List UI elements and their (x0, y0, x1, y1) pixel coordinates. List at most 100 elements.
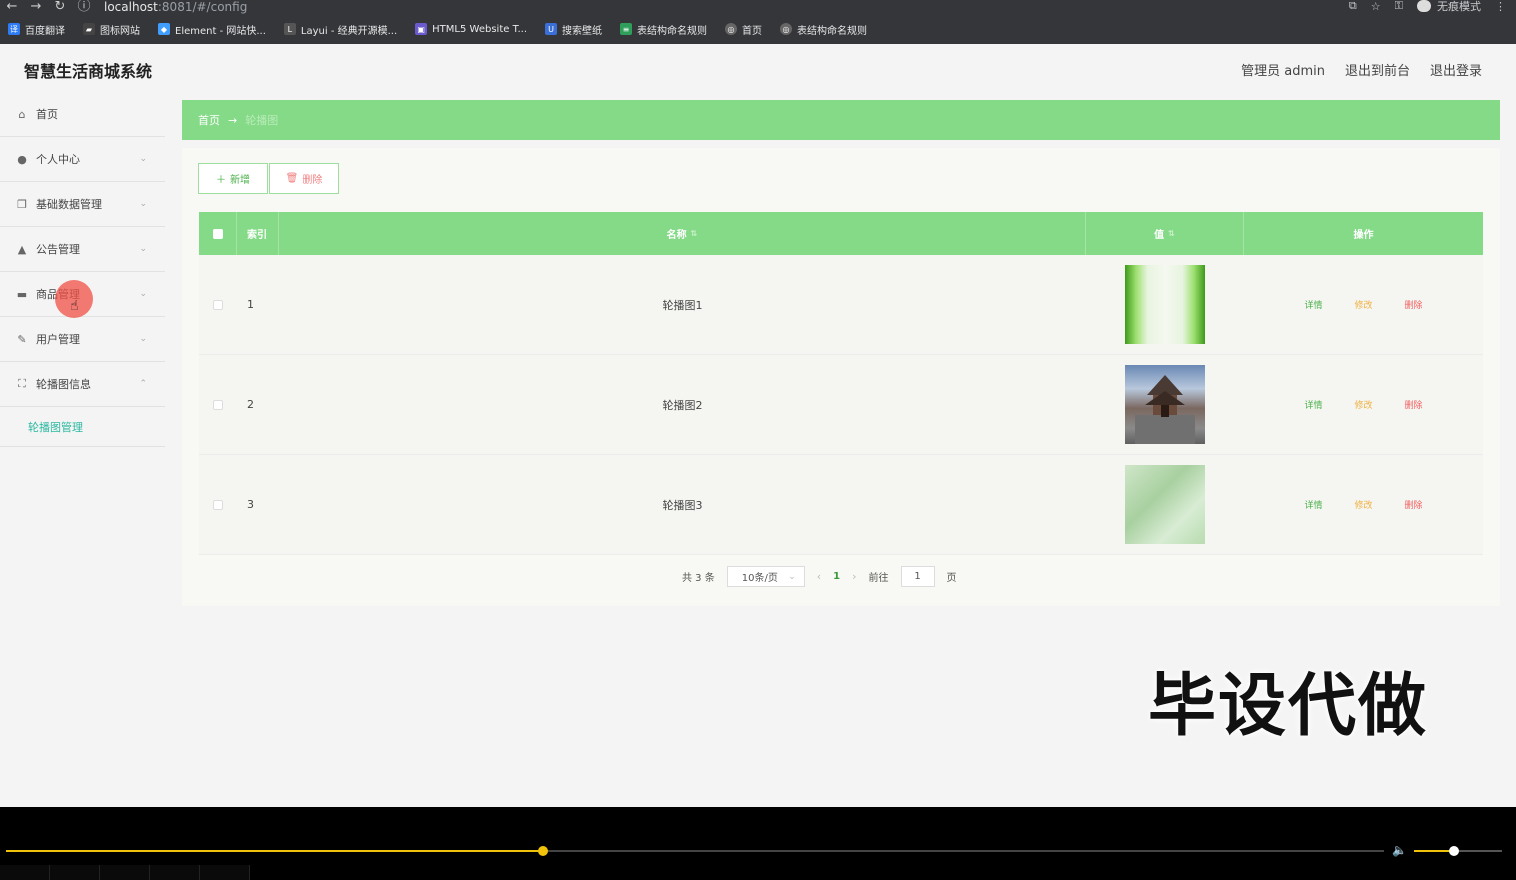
sidebar-item-label: 个人中心 (36, 153, 80, 166)
select-all-checkbox[interactable] (212, 228, 223, 239)
bookmark-item[interactable]: ▣ HTML5 Website T... (415, 23, 527, 35)
volume-icon[interactable]: 🔈 (1392, 843, 1407, 857)
forward-icon[interactable]: → (24, 0, 48, 13)
bookmark-item[interactable]: ▰ 图标网站 (83, 22, 140, 37)
row-check-cell (199, 455, 237, 554)
row-value (1086, 255, 1244, 354)
sidebar-item-profile[interactable]: ● 个人中心 ⌄ (0, 137, 165, 182)
volume-handle[interactable] (1448, 846, 1459, 856)
prev-page-icon[interactable]: ‹ (817, 570, 821, 583)
sidebar: ⌂首页 ●个人中心⌄ ❐基础数据管理⌄ ▲公告管理⌄ ▬商品管理⌄ ✎用户管理⌄… (0, 92, 165, 447)
table-header: 索引 名称 ⇅ 值 ⇅ 操作 (199, 212, 1483, 255)
site-title: 智慧生活商城系统 (24, 62, 153, 81)
row-check-cell (199, 255, 237, 354)
bookmark-item[interactable]: U 搜索壁纸 (545, 22, 602, 37)
header-label: 值 (1154, 230, 1165, 241)
row-checkbox[interactable] (213, 299, 223, 310)
add-button[interactable]: ＋ 新增 (198, 163, 268, 194)
address-bar[interactable]: localhost:8081/#/config (104, 1, 247, 13)
bookmark-item[interactable]: ◎ 表结构命名规则 (780, 22, 867, 37)
key-icon[interactable]: ⚿ (1395, 0, 1403, 13)
trash-icon: 🗑 (285, 173, 299, 184)
control-slot[interactable] (50, 865, 100, 880)
remove-button[interactable]: 删除 (1405, 298, 1423, 311)
element-icon: ◆ (158, 23, 170, 35)
next-page-icon[interactable]: › (852, 570, 856, 583)
breadcrumb-home[interactable]: 首页 (198, 112, 220, 128)
detail-button[interactable]: 详情 (1304, 398, 1322, 411)
control-slot[interactable] (0, 865, 50, 880)
plus-icon: ＋ (216, 175, 226, 186)
browser-chrome: ← → ↻ ⓘ localhost:8081/#/config ⧉ ☆ ⚿ 无痕… (0, 0, 1516, 44)
back-icon[interactable]: ← (0, 0, 24, 13)
chevron-up-icon: ⌃ (139, 379, 147, 389)
thumb-icon: ▲ (17, 242, 27, 256)
delete-button[interactable]: 🗑 删除 (269, 163, 339, 194)
edit-button[interactable]: 修改 (1354, 498, 1372, 511)
star-icon[interactable]: ☆ (1371, 0, 1381, 13)
sidebar-item-label: 基础数据管理 (36, 198, 102, 211)
exit-front-link[interactable]: 退出到前台 (1345, 60, 1410, 79)
control-slot[interactable] (150, 865, 200, 880)
sidebar-item-notice[interactable]: ▲ 公告管理 ⌄ (0, 227, 165, 272)
edit-button[interactable]: 修改 (1354, 398, 1372, 411)
bookmark-item[interactable]: ≡ 表结构命名规则 (620, 22, 707, 37)
volume-level (1414, 850, 1454, 852)
goto-prefix: 前往 (868, 573, 889, 584)
chevron-down-icon: ⌄ (139, 199, 147, 209)
carousel-thumbnail[interactable] (1125, 465, 1205, 544)
delete-label: 删除 (302, 175, 323, 186)
app-header: 智慧生活商城系统 管理员 admin 退出到前台 退出登录 (0, 44, 1516, 94)
reload-icon[interactable]: ↻ (48, 0, 72, 13)
header-name[interactable]: 名称 ⇅ (279, 212, 1086, 255)
bookmark-item[interactable]: 译百度翻译 (8, 22, 65, 37)
globe-icon: ◎ (780, 23, 793, 35)
bookmark-item[interactable]: L Layui - 经典开源模... (283, 22, 397, 37)
bookmark-label: 表结构命名规则 (637, 25, 708, 37)
sidebar-item-label: 公告管理 (36, 243, 80, 256)
bookmark-label: 百度翻译 (25, 25, 65, 37)
detail-button[interactable]: 详情 (1304, 298, 1322, 311)
header-index: 索引 (237, 212, 279, 255)
sidebar-item-home[interactable]: ⌂ 首页 (0, 92, 165, 137)
wallpaper-icon: U (545, 23, 558, 35)
translate-icon[interactable]: ⧉ (1349, 0, 1357, 13)
row-checkbox[interactable] (213, 499, 223, 510)
row-name: 轮播图2 (662, 398, 703, 412)
remove-button[interactable]: 删除 (1405, 398, 1423, 411)
bookmark-item[interactable]: ◆ Element - 网站快... (158, 22, 266, 37)
submenu-carousel-manage[interactable]: 轮播图管理 (0, 407, 165, 447)
bookmark-item[interactable]: ◎ 首页 (725, 22, 762, 37)
row-checkbox[interactable] (213, 399, 223, 410)
sort-icon[interactable]: ⇅ (691, 229, 698, 238)
control-slot[interactable] (200, 865, 250, 880)
row-actions: 详情 修改 删除 (1244, 455, 1483, 554)
carousel-thumbnail[interactable] (1125, 365, 1205, 444)
watermark-text: 毕设代做 (1148, 667, 1429, 746)
page-size-select[interactable]: 10条/页 ⌄ (726, 566, 805, 587)
chevron-down-icon: ⌄ (788, 571, 796, 582)
seek-bar[interactable] (6, 850, 1384, 852)
table-row: 1 轮播图1 详情 修改 删除 (199, 255, 1483, 355)
sidebar-item-users[interactable]: ✎ 用户管理 ⌄ (0, 317, 165, 362)
seek-handle[interactable] (538, 846, 549, 856)
incognito-label: 无痕模式 (1437, 0, 1481, 13)
sidebar-item-basic-data[interactable]: ❐ 基础数据管理 ⌄ (0, 182, 165, 227)
more-icon[interactable]: ⋮ (1495, 0, 1506, 13)
sort-icon[interactable]: ⇅ (1168, 229, 1175, 238)
chevron-down-icon: ⌄ (139, 289, 147, 299)
logout-link[interactable]: 退出登录 (1430, 60, 1482, 79)
control-slot[interactable] (100, 865, 150, 880)
edit-button[interactable]: 修改 (1354, 298, 1372, 311)
sidebar-item-carousel[interactable]: ⛶ 轮播图信息 ⌃ (0, 362, 165, 407)
breadcrumb-current: 轮播图 (245, 114, 279, 127)
incognito-badge[interactable]: 无痕模式 (1417, 0, 1481, 14)
page-number-current[interactable]: 1 (833, 571, 840, 582)
sidebar-item-label: 首页 (36, 108, 58, 121)
carousel-thumbnail[interactable] (1125, 265, 1205, 344)
goto-page-input[interactable]: 1 (900, 566, 935, 587)
hand-cursor-icon: ☝ (70, 298, 79, 314)
header-value[interactable]: 值 ⇅ (1086, 212, 1244, 255)
remove-button[interactable]: 删除 (1405, 498, 1423, 511)
detail-button[interactable]: 详情 (1304, 498, 1322, 511)
